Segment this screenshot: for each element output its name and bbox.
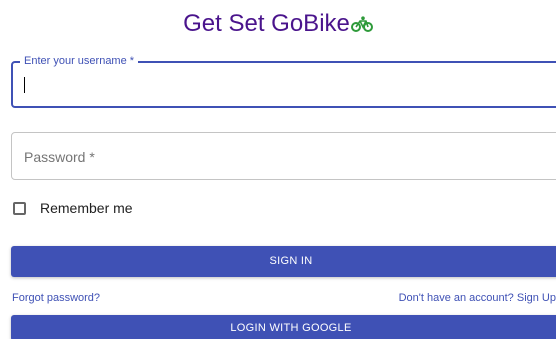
text-cursor bbox=[24, 77, 25, 93]
bicycle-icon bbox=[350, 9, 373, 41]
page-title-text: Get Set GoBike bbox=[183, 10, 350, 37]
remember-me-label[interactable]: Remember me bbox=[40, 199, 133, 217]
login-page: Get Set GoBike Enter your username * Pas… bbox=[0, 0, 556, 339]
forgot-password-link[interactable]: Forgot password? bbox=[12, 292, 100, 305]
remember-me-checkbox[interactable] bbox=[13, 201, 26, 215]
password-field[interactable]: Password * bbox=[11, 132, 556, 180]
password-placeholder: Password * bbox=[24, 149, 95, 165]
username-label: Enter your username * bbox=[20, 55, 139, 68]
page-title: Get Set GoBike bbox=[0, 8, 556, 41]
username-field[interactable]: Enter your username * bbox=[11, 55, 556, 108]
remember-me-row[interactable]: Remember me bbox=[13, 199, 133, 217]
login-with-google-button[interactable]: LOGIN WITH GOOGLE bbox=[11, 315, 556, 339]
sign-up-link[interactable]: Don't have an account? Sign Up bbox=[399, 292, 556, 305]
sign-in-button[interactable]: SIGN IN bbox=[11, 246, 556, 277]
